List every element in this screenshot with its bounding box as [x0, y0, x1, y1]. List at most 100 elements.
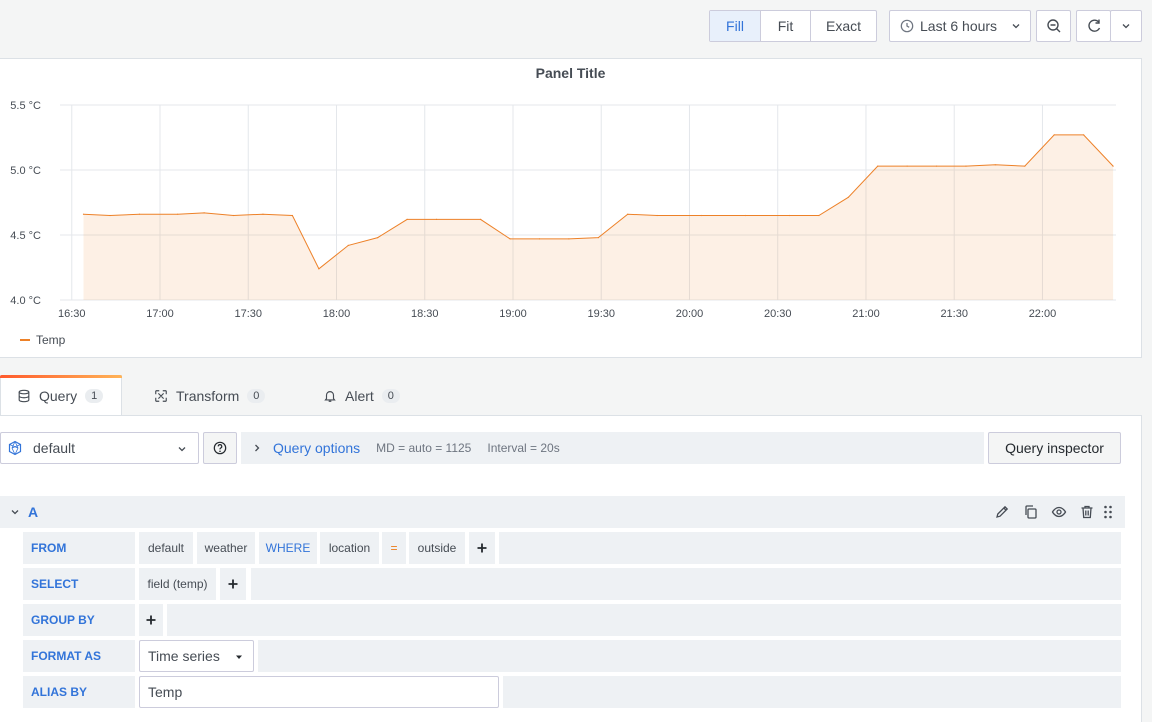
query-inspector-button[interactable]: Query inspector	[988, 432, 1121, 464]
transform-icon	[155, 389, 167, 402]
from-measurement[interactable]: weather	[197, 532, 255, 564]
x-tick-label: 17:00	[146, 308, 174, 320]
data-point	[406, 218, 408, 220]
select-label: SELECT	[23, 568, 135, 600]
data-point	[318, 268, 320, 270]
query-options-toggle[interactable]: Query options MD = auto = 1125 Interval …	[241, 432, 984, 464]
add-select-button[interactable]	[220, 568, 246, 600]
format-row-filler	[258, 640, 1121, 672]
tab-alert-count: 0	[381, 388, 400, 403]
data-point	[906, 165, 908, 167]
data-point	[1024, 165, 1026, 167]
chevron-down-icon[interactable]	[10, 507, 20, 517]
query-row-header[interactable]: A	[0, 496, 1125, 528]
x-tick-label: 20:00	[676, 308, 704, 320]
query-options-interval: Interval = 20s	[487, 441, 560, 455]
refresh-interval-dropdown[interactable]	[1110, 10, 1142, 42]
zoom-out-button[interactable]	[1036, 10, 1071, 42]
drag-handle[interactable]	[1099, 503, 1117, 521]
alias-input[interactable]: Temp	[139, 676, 499, 708]
pencil-icon	[996, 505, 1009, 518]
data-point	[818, 214, 820, 217]
data-point	[847, 196, 849, 198]
delete-query-button[interactable]	[1078, 503, 1096, 521]
data-point	[538, 238, 541, 240]
groupby-row-filler	[167, 604, 1121, 636]
from-label: FROM	[23, 532, 135, 564]
query-ref-id[interactable]: A	[28, 504, 38, 520]
datasource-help-button[interactable]	[203, 432, 237, 464]
format-label: FORMAT AS	[23, 640, 135, 672]
time-range-label: Last 6 hours	[920, 18, 998, 34]
plus-icon	[146, 615, 156, 625]
legend-swatch	[20, 339, 30, 341]
y-tick-label: 4.0 °C	[10, 295, 41, 307]
plus-icon	[228, 579, 238, 589]
query-options-title: Query options	[273, 440, 361, 456]
data-point	[347, 244, 349, 246]
data-point	[994, 164, 996, 166]
alias-row: ALIAS BY Temp	[23, 676, 1121, 708]
data-point	[203, 212, 205, 214]
refresh-button[interactable]	[1076, 10, 1111, 42]
where-operator[interactable]: =	[382, 532, 406, 564]
x-tick-label: 18:00	[323, 308, 351, 320]
time-series-chart[interactable]: 4.0 °C 4.5 °C 5.0 °C 5.5 °C 16:30 17:00 17:30 1…	[0, 59, 1142, 329]
alias-row-filler	[503, 676, 1121, 708]
format-select[interactable]: Time series	[139, 640, 254, 672]
fill-button[interactable]: Fill	[710, 11, 761, 41]
refresh-icon	[1087, 19, 1100, 32]
select-row-filler	[251, 568, 1121, 600]
select-field[interactable]: field (temp)	[139, 568, 216, 600]
zoom-out-icon	[1046, 19, 1060, 33]
x-tick-label: 21:00	[852, 308, 880, 320]
data-point	[1053, 134, 1055, 136]
data-point	[177, 213, 179, 215]
eye-icon	[1051, 506, 1067, 518]
bell-icon	[324, 390, 336, 402]
trash-icon	[1081, 505, 1093, 519]
select-row: SELECT field (temp)	[23, 568, 1121, 600]
data-point	[877, 165, 879, 167]
toggle-query-visibility-button[interactable]	[1050, 503, 1068, 521]
y-tick-label: 4.5 °C	[10, 230, 41, 242]
data-point	[700, 214, 702, 217]
chevron-down-icon	[178, 447, 186, 452]
fit-button[interactable]: Fit	[761, 11, 811, 41]
add-groupby-button[interactable]	[139, 604, 163, 636]
data-point	[965, 165, 967, 167]
tab-query-count: 1	[85, 389, 104, 403]
legend-label-temp[interactable]: Temp	[36, 333, 65, 347]
data-point	[597, 237, 599, 239]
where-key[interactable]: location	[320, 532, 379, 564]
x-tick-label: 19:00	[499, 308, 527, 320]
y-tick-label: 5.0 °C	[10, 165, 41, 177]
editor-tabs: Query 1 Transform 0 Alert 0	[0, 375, 1152, 416]
data-point	[232, 214, 235, 217]
x-tick-label: 17:30	[234, 308, 262, 320]
time-range-picker[interactable]: Last 6 hours	[889, 10, 1031, 42]
edit-query-button[interactable]	[993, 503, 1011, 521]
panel: Panel Title 4.0 °C 4.5 °C 5.0 °C 5.5 °C 16:3…	[0, 58, 1142, 358]
tab-transform[interactable]: Transform 0	[154, 375, 266, 416]
add-where-button[interactable]	[469, 532, 495, 564]
series-area	[83, 134, 1114, 300]
chevron-down-icon	[1122, 24, 1130, 29]
copy-icon	[1025, 505, 1037, 519]
data-point	[935, 165, 938, 167]
where-keyword: WHERE	[259, 532, 317, 564]
tab-alert[interactable]: Alert 0	[323, 375, 400, 416]
where-value[interactable]: outside	[409, 532, 465, 564]
exact-button[interactable]: Exact	[811, 11, 876, 41]
data-point	[627, 213, 629, 215]
x-tick-label: 20:30	[764, 308, 792, 320]
top-toolbar: Fill Fit Exact Last 6 hours	[0, 0, 1152, 58]
from-database[interactable]: default	[139, 532, 193, 564]
tab-query[interactable]: Query 1	[0, 375, 122, 416]
query-options-md: MD = auto = 1125	[376, 441, 472, 455]
data-point	[109, 214, 111, 217]
datasource-picker[interactable]: default	[0, 432, 199, 464]
duplicate-query-button[interactable]	[1022, 503, 1040, 521]
legend: Temp	[20, 333, 65, 347]
format-select-value: Time series	[148, 648, 220, 664]
